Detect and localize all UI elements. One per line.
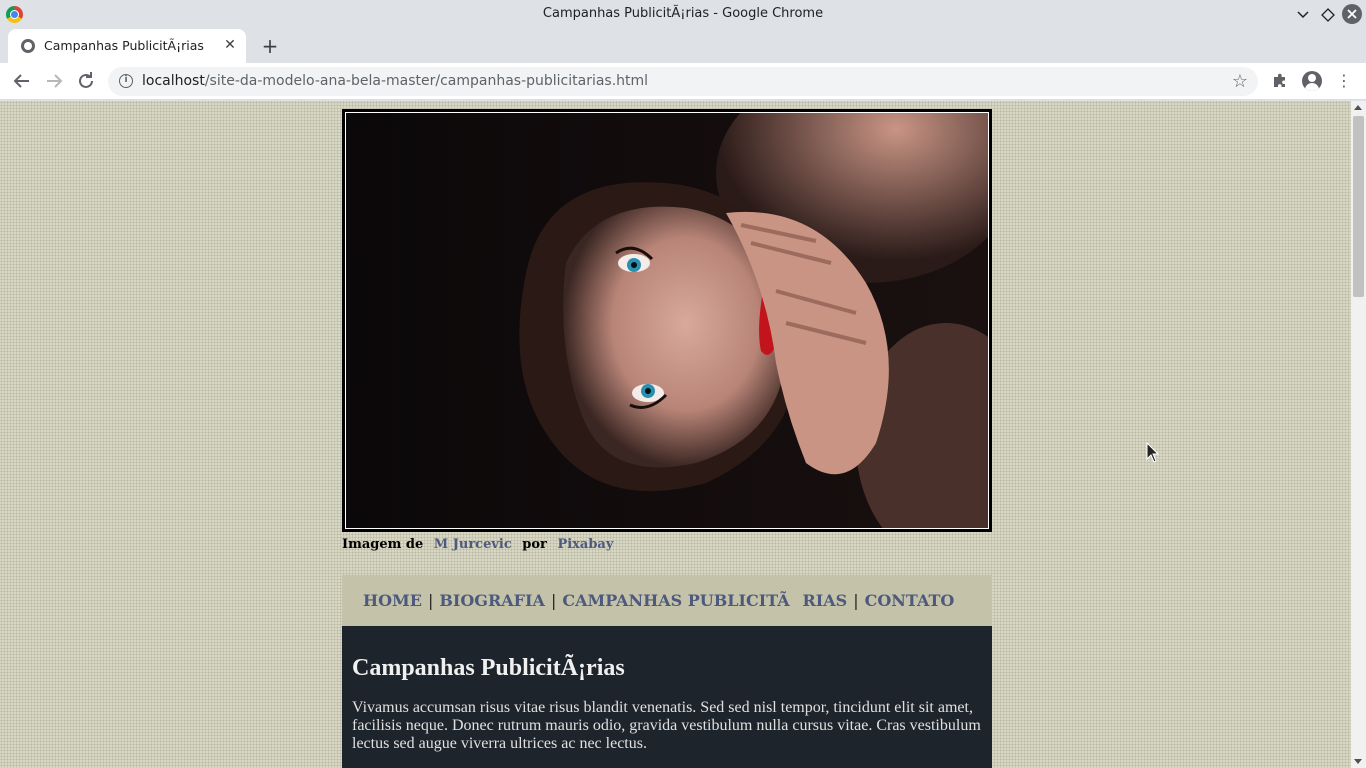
scroll-down-arrow-icon[interactable] (1354, 759, 1362, 764)
nav-separator: | (853, 591, 859, 610)
page-viewport: Imagem de M Jurcevic por Pixabay HOME | BI… (0, 101, 1351, 768)
nav-home-link[interactable]: HOME (363, 591, 422, 610)
content-section: Campanhas PublicitÃ¡rias Vivamus accumsa… (342, 626, 992, 768)
nav-contato-link[interactable]: CONTATO (865, 591, 955, 610)
bookmark-star-icon[interactable]: ☆ (1232, 71, 1248, 92)
page-heading: Campanhas PublicitÃ¡rias (352, 655, 625, 681)
reload-button[interactable] (74, 69, 98, 93)
window-title: Campanhas PublicitÃ¡rias - Google Chrome (542, 6, 824, 21)
credit-author-link[interactable]: M Jurcevic (434, 537, 512, 552)
tab-active[interactable]: Campanhas PublicitÃ¡rias ✕ (8, 29, 246, 63)
browser-toolbar: i localhost/site-da-modelo-ana-bela-mast… (0, 63, 1366, 100)
photo-credit: Imagem de M Jurcevic por Pixabay (342, 537, 613, 552)
credit-middle: por (522, 537, 547, 552)
nav-separator: | (550, 591, 557, 610)
tab-strip: Campanhas PublicitÃ¡rias ✕ + (0, 29, 1366, 63)
url-text[interactable]: localhost/site-da-modelo-ana-bela-master… (142, 73, 648, 89)
profile-avatar-icon[interactable] (1302, 71, 1322, 91)
globe-icon (21, 39, 35, 53)
tab-close-icon[interactable]: ✕ (222, 37, 238, 53)
portrait-illustration (346, 113, 988, 528)
close-window-icon[interactable] (1342, 4, 1362, 24)
credit-prefix: Imagem de (342, 537, 424, 552)
minimize-icon[interactable] (1292, 4, 1314, 26)
nav-biografia-link[interactable]: BIOGRAFIA (439, 591, 545, 610)
forward-button[interactable] (42, 69, 66, 93)
extensions-puzzle-icon[interactable] (1268, 69, 1292, 93)
scrollbar-thumb[interactable] (1353, 116, 1364, 297)
scroll-up-arrow-icon[interactable] (1354, 105, 1362, 110)
credit-source-link[interactable]: Pixabay (557, 537, 613, 552)
model-portrait-image (345, 112, 989, 529)
tab-title: Campanhas PublicitÃ¡rias (44, 38, 204, 53)
chrome-menu-icon[interactable]: ⋮ (1332, 69, 1356, 93)
back-button[interactable] (10, 69, 34, 93)
nav-separator: | (427, 591, 434, 610)
url-host: localhost (142, 73, 205, 89)
address-bar[interactable]: i localhost/site-da-modelo-ana-bela-mast… (108, 67, 1258, 96)
intro-paragraph: Vivamus accumsan risus vitae risus bland… (352, 699, 981, 752)
window-titlebar: Campanhas PublicitÃ¡rias - Google Chrome (0, 0, 1366, 29)
page-scrollbar[interactable] (1351, 101, 1366, 768)
main-navigation: HOME | BIOGRAFIA | CAMPANHAS PUBLICITÃRIAS |… (342, 575, 992, 626)
url-path: /site-da-modelo-ana-bela-master/campanha… (204, 73, 649, 89)
new-tab-button[interactable]: + (258, 35, 282, 59)
maximize-icon[interactable] (1317, 4, 1339, 26)
site-info-icon[interactable]: i (119, 74, 133, 88)
hero-photo (342, 109, 992, 532)
nav-campanhas-link[interactable]: CAMPANHAS PUBLICITÃRIAS (562, 591, 847, 610)
